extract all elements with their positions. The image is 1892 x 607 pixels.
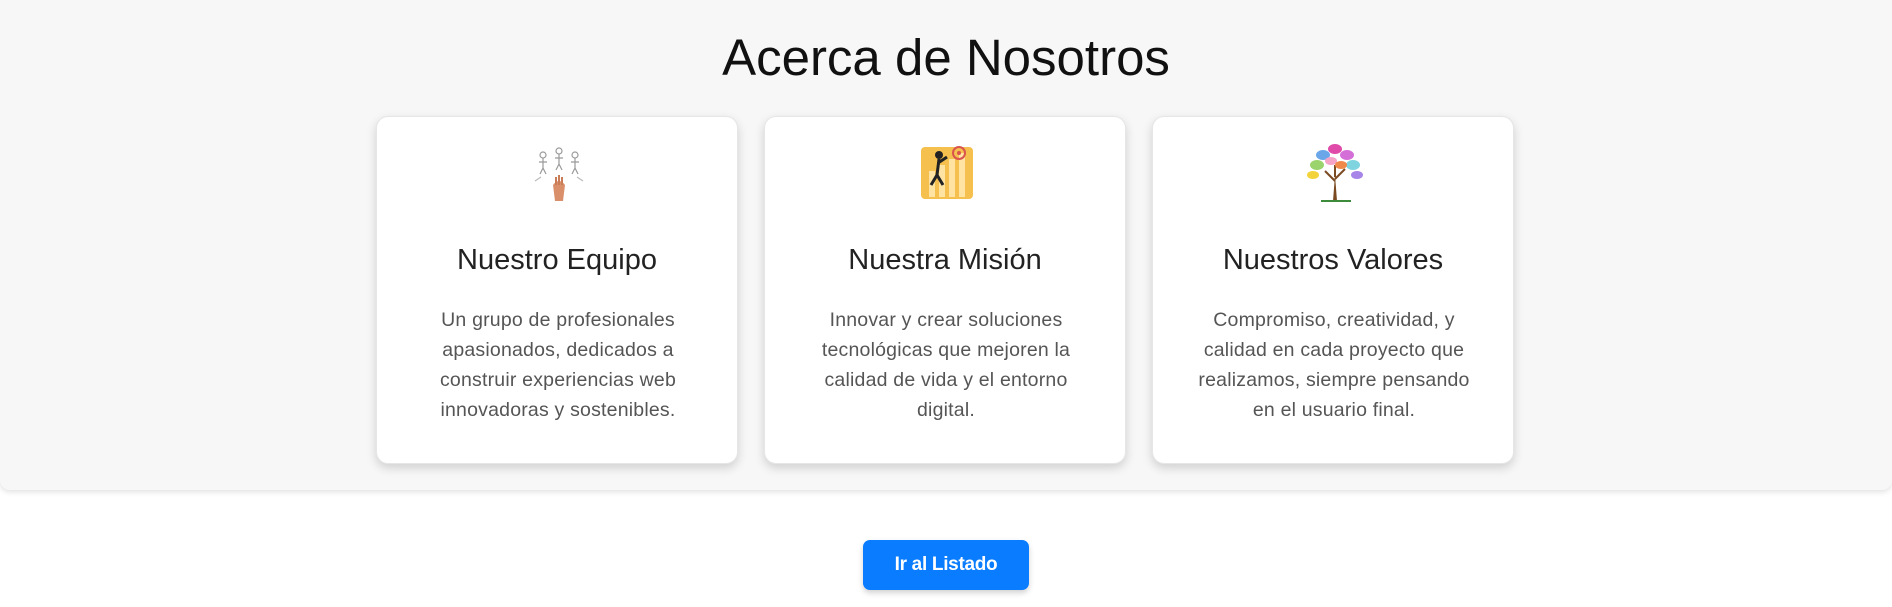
mission-growth-chart-icon <box>915 141 979 205</box>
card-values: Nuestros Valores Compromiso, creatividad… <box>1152 116 1514 464</box>
values-tree-icon <box>1303 141 1367 205</box>
card-title: Nuestro Equipo <box>457 244 657 276</box>
team-hands-icon <box>527 141 591 205</box>
card-description: Innovar y crear soluciones tecnológicas … <box>821 309 1071 421</box>
about-section: Acerca de Nosotros Nuestro Equipo Un gru… <box>0 0 1892 490</box>
card-description: Compromiso, creatividad, y calidad en ca… <box>1198 309 1470 421</box>
card-description: Un grupo de profesionales apasionados, d… <box>439 309 677 421</box>
card-mission: Nuestra Misión Innovar y crear solucione… <box>764 116 1126 464</box>
go-to-list-button[interactable]: Ir al Listado <box>863 540 1029 590</box>
page-title: Acerca de Nosotros <box>722 29 1170 86</box>
card-title: Nuestros Valores <box>1222 244 1444 276</box>
card-title: Nuestra Misión <box>848 244 1042 276</box>
card-team: Nuestro Equipo Un grupo de profesionales… <box>376 116 738 464</box>
cards-row: Nuestro Equipo Un grupo de profesionales… <box>376 116 1518 464</box>
